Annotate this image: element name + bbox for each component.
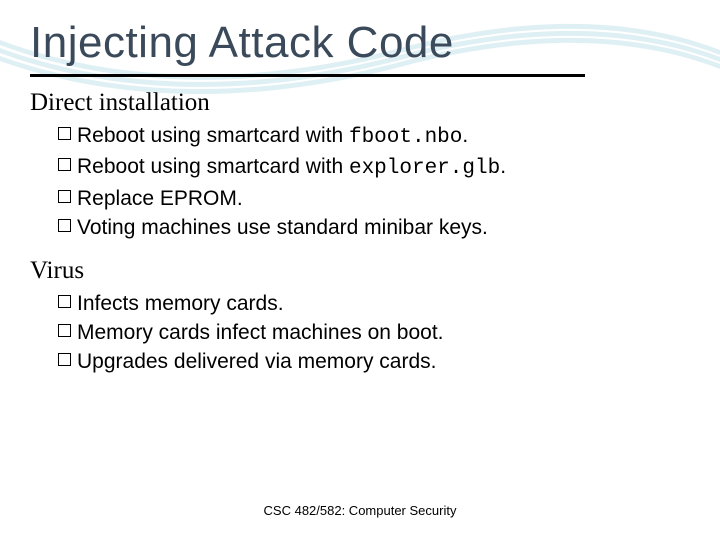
- list-item: Memory cards infect machines on boot.: [58, 318, 690, 347]
- bullet-text: Replace EPROM.: [77, 184, 243, 213]
- square-bullet-icon: [58, 158, 71, 171]
- square-bullet-icon: [58, 219, 71, 232]
- bullet-text: Memory cards infect machines on boot.: [77, 318, 444, 347]
- list-item: Infects memory cards.: [58, 289, 690, 318]
- square-bullet-icon: [58, 353, 71, 366]
- square-bullet-icon: [58, 190, 71, 203]
- slide-footer: CSC 482/582: Computer Security: [0, 503, 720, 518]
- section-heading: Direct installation: [30, 89, 690, 117]
- square-bullet-icon: [58, 127, 71, 140]
- slide-title: Injecting Attack Code: [30, 18, 690, 68]
- square-bullet-icon: [58, 295, 71, 308]
- list-item: Voting machines use standard minibar key…: [58, 213, 690, 242]
- bullet-list: Infects memory cards. Memory cards infec…: [58, 289, 690, 377]
- square-bullet-icon: [58, 324, 71, 337]
- list-item: Replace EPROM.: [58, 184, 690, 213]
- bullet-text: Reboot using smartcard with fboot.nbo.: [77, 121, 468, 152]
- section-heading: Virus: [30, 257, 690, 285]
- title-underline: [30, 74, 585, 77]
- list-item: Upgrades delivered via memory cards.: [58, 347, 690, 376]
- section-direct-installation: Direct installation Reboot using smartca…: [30, 89, 690, 243]
- list-item: Reboot using smartcard with fboot.nbo.: [58, 121, 690, 152]
- slide-container: Injecting Attack Code Direct installatio…: [0, 0, 720, 540]
- bullet-list: Reboot using smartcard with fboot.nbo. R…: [58, 121, 690, 243]
- bullet-text: Voting machines use standard minibar key…: [77, 213, 488, 242]
- list-item: Reboot using smartcard with explorer.glb…: [58, 152, 690, 183]
- section-virus: Virus Infects memory cards. Memory cards…: [30, 257, 690, 377]
- bullet-text: Infects memory cards.: [77, 289, 284, 318]
- bullet-text: Reboot using smartcard with explorer.glb…: [77, 152, 506, 183]
- bullet-text: Upgrades delivered via memory cards.: [77, 347, 436, 376]
